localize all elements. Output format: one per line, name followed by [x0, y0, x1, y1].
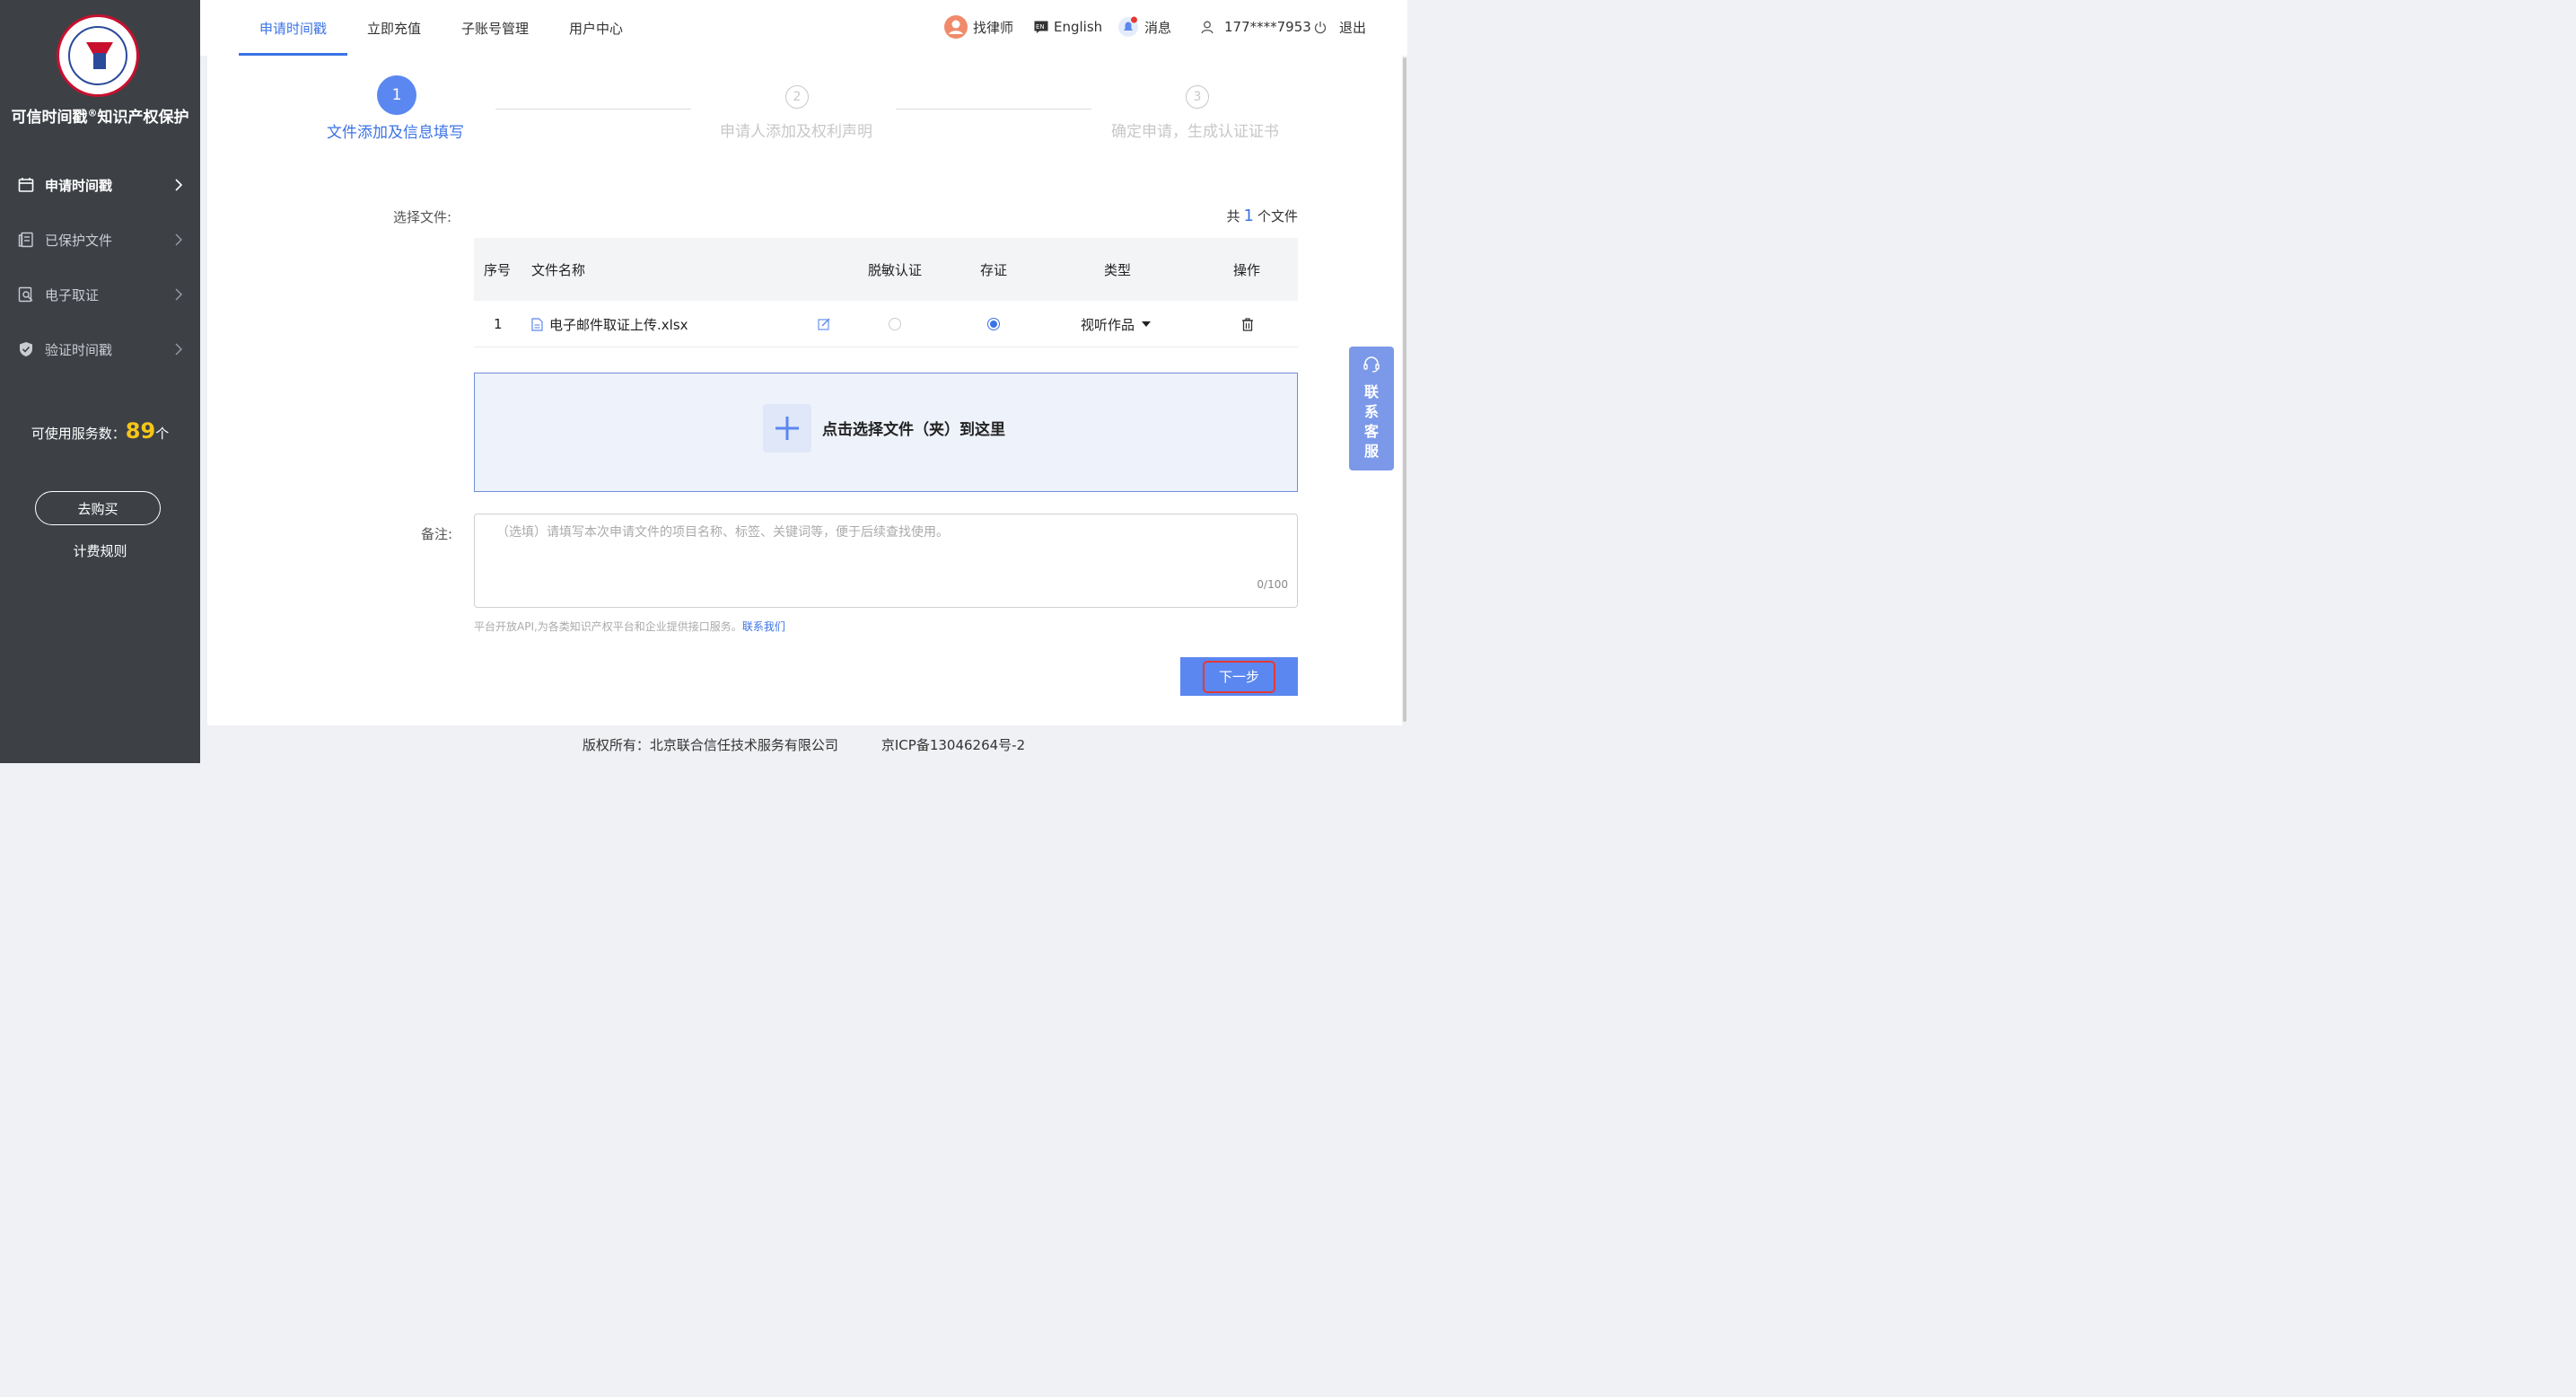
step-2-indicator: 2 — [785, 85, 809, 109]
tab-sub-accounts[interactable]: 子账号管理 — [461, 0, 529, 56]
time-stamp-authority-logo — [57, 14, 139, 97]
desensitize-radio[interactable] — [889, 301, 901, 347]
plus-icon — [763, 404, 811, 452]
evidence-search-icon — [17, 286, 35, 303]
type-selected-value: 视听作品 — [1081, 316, 1135, 333]
column-header-type: 类型 — [1104, 261, 1132, 278]
power-icon — [1314, 21, 1327, 34]
column-header-desensitize: 脱敏认证 — [868, 261, 923, 278]
remark-char-counter: 0/100 — [1257, 578, 1288, 591]
buy-button[interactable]: 去购买 — [35, 491, 161, 525]
dropzone-text: 点击选择文件（夹）到这里 — [822, 421, 1005, 439]
type-select[interactable]: 视听作品 — [1081, 301, 1152, 347]
page-footer: 版权所有：北京联合信任技术服务有限公司 京ICP备13046264号-2 — [200, 725, 1407, 763]
icp-text: 京ICP备13046264号-2 — [881, 736, 1026, 753]
user-icon — [1201, 21, 1214, 34]
sidebar-item-verify-timestamp[interactable]: 验证时间戳 — [0, 331, 200, 367]
file-dropzone[interactable]: 点击选择文件（夹）到这里 — [474, 373, 1298, 492]
language-switch[interactable]: EN English — [1034, 0, 1102, 54]
deposit-radio[interactable] — [987, 301, 1000, 347]
step-3-indicator: 3 — [1186, 85, 1209, 109]
file-total-count: 共 1 个文件 — [1226, 206, 1298, 225]
user-account[interactable]: 177****7953 — [1201, 0, 1311, 54]
sidebar-item-apply-timestamp[interactable]: 申请时间戳 — [0, 167, 200, 203]
service-count-display: 可使用服务数：89个 — [31, 418, 170, 444]
bell-icon — [1117, 16, 1139, 38]
file-icon — [531, 317, 543, 331]
messages-link[interactable]: 消息 — [1117, 0, 1171, 54]
next-step-label: 下一步 — [1203, 660, 1275, 693]
step-connector — [495, 109, 691, 110]
row-index: 1 — [494, 316, 503, 332]
caret-down-icon — [1142, 321, 1152, 327]
select-file-label: 选择文件: — [393, 209, 452, 225]
step-1-label: 文件添加及信息填写 — [327, 124, 464, 142]
sidebar-item-label: 申请时间戳 — [45, 177, 113, 194]
logo-stem — [93, 53, 106, 69]
chevron-right-icon — [170, 340, 188, 358]
step-2-label: 申请人添加及权利声明 — [720, 123, 872, 141]
file-name: 电子邮件取证上传.xlsx — [549, 316, 688, 333]
chevron-right-icon — [170, 176, 188, 194]
contact-support-label: 联 系 客 服 — [1363, 383, 1379, 460]
sidebar: 可信时间戳®知识产权保护 申请时间戳 已保护文件 电子取证 验证时间戳 可使用服… — [0, 0, 200, 763]
column-header-filename: 文件名称 — [531, 261, 586, 278]
contact-support-button[interactable]: 联 系 客 服 — [1349, 347, 1394, 470]
calendar-icon — [17, 176, 35, 194]
lawyer-avatar-icon — [944, 15, 968, 39]
copyright-text: 版权所有：北京联合信任技术服务有限公司 — [582, 736, 838, 753]
logout-button[interactable]: 退出 — [1314, 0, 1366, 54]
shield-check-icon — [17, 340, 35, 358]
step-connector — [896, 109, 1091, 110]
headset-icon — [1362, 356, 1380, 377]
sidebar-item-label: 电子取证 — [45, 286, 100, 303]
tab-user-center[interactable]: 用户中心 — [569, 0, 623, 56]
step-3-label: 确定申请，生成认证证书 — [1111, 123, 1279, 141]
contact-us-link[interactable]: 联系我们 — [742, 620, 785, 633]
logo-seal — [68, 26, 127, 85]
trash-icon[interactable] — [1241, 301, 1254, 347]
tab-apply-timestamp[interactable]: 申请时间戳 — [259, 0, 327, 56]
column-header-index: 序号 — [484, 261, 512, 278]
column-header-action: 操作 — [1233, 261, 1261, 278]
service-count: 89 — [125, 418, 156, 444]
sidebar-item-label: 验证时间戳 — [45, 341, 113, 358]
sidebar-item-protected-files[interactable]: 已保护文件 — [0, 222, 200, 258]
remark-textarea[interactable]: （选填）请填写本次申请文件的项目名称、标签、关键词等，便于后续查找使用。 0/1… — [474, 514, 1298, 608]
find-lawyer-link[interactable]: 找律师 — [944, 0, 1013, 54]
language-icon: EN — [1034, 21, 1048, 33]
documents-icon — [17, 231, 35, 249]
chevron-right-icon — [170, 286, 188, 303]
top-navigation: 申请时间戳 立即充值 子账号管理 用户中心 找律师 EN English 消息 … — [200, 0, 1407, 56]
step-1-indicator: 1 — [377, 75, 416, 115]
file-table-header: 序号 文件名称 脱敏认证 存证 类型 操作 — [474, 238, 1298, 301]
brand-title: 可信时间戳®知识产权保护 — [11, 107, 189, 127]
table-row: 1 电子邮件取证上传.xlsx 视听作品 — [474, 301, 1298, 347]
sidebar-item-label: 已保护文件 — [45, 232, 113, 249]
api-note: 平台开放API,为各类知识产权平台和企业提供接口服务。联系我们 — [474, 620, 785, 633]
tab-recharge[interactable]: 立即充值 — [367, 0, 421, 56]
remark-placeholder: （选填）请填写本次申请文件的项目名称、标签、关键词等，便于后续查找使用。 — [496, 525, 949, 540]
sidebar-item-electronic-evidence[interactable]: 电子取证 — [0, 277, 200, 312]
chevron-right-icon — [170, 231, 188, 249]
pricing-rules-link[interactable]: 计费规则 — [0, 541, 200, 560]
file-name-cell: 电子邮件取证上传.xlsx — [531, 301, 688, 347]
next-step-button[interactable]: 下一步 — [1180, 657, 1298, 696]
edit-icon[interactable] — [818, 301, 830, 347]
column-header-deposit: 存证 — [980, 261, 1008, 278]
scrollbar-thumb[interactable] — [1403, 57, 1406, 722]
svg-text:EN: EN — [1036, 23, 1045, 31]
remark-label: 备注: — [421, 526, 453, 542]
